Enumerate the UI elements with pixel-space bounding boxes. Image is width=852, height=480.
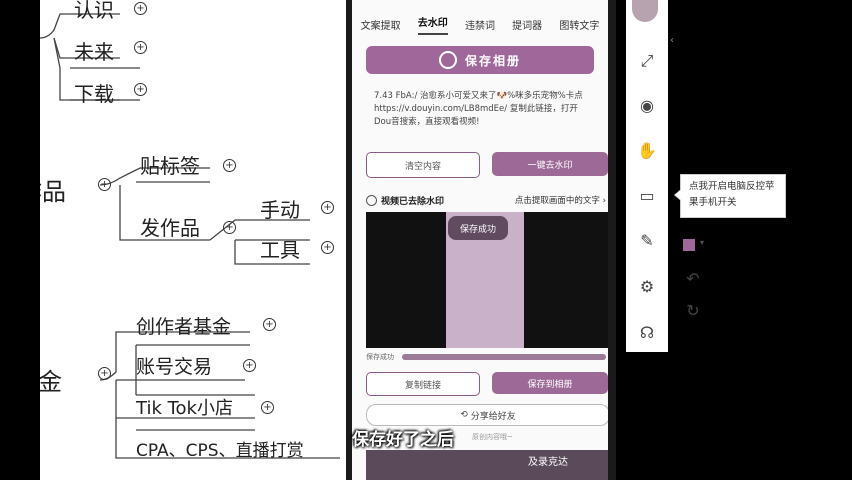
node-xiazai[interactable]: 下载 bbox=[74, 78, 114, 107]
status-title: 视频已去除水印 bbox=[381, 196, 445, 207]
expand-plus-icon[interactable]: + bbox=[321, 201, 334, 214]
phone-screen: 文案提取 去水印 违禁词 提词器 图转文字 保存相册 7.43 FbA:/ 治愈… bbox=[352, 0, 608, 480]
link-input[interactable]: 7.43 FbA:/ 治愈系小可爱又来了🐶%咪多乐宠物%卡点 https://v… bbox=[366, 84, 594, 140]
clear-button[interactable]: 清空内容 bbox=[366, 152, 480, 178]
share-label: 分享给好友 bbox=[470, 411, 516, 422]
share-icon: ⟲ bbox=[460, 410, 471, 420]
reverse-control-tooltip: 点我开启电脑反控苹果手机开关 bbox=[674, 174, 786, 218]
headset-icon[interactable]: ☊ bbox=[636, 322, 658, 344]
check-circle-icon bbox=[366, 194, 377, 206]
clock-icon bbox=[438, 51, 457, 69]
expand-plus-icon[interactable]: + bbox=[98, 178, 111, 191]
hint-text: 原创内容哦~ bbox=[472, 433, 513, 441]
node-zuopin[interactable]: 作品 bbox=[40, 172, 66, 207]
save-progress-fill bbox=[402, 354, 606, 360]
undo-icon[interactable]: ↶ bbox=[682, 268, 704, 290]
video-thumbnail[interactable]: 及录克达 bbox=[366, 450, 608, 480]
save-success-toast: 保存成功 bbox=[448, 216, 508, 240]
banner-label: 保存相册 bbox=[464, 53, 521, 68]
expand-plus-icon[interactable]: + bbox=[243, 359, 256, 372]
node-jin[interactable]: 金 bbox=[40, 362, 62, 397]
share-button[interactable]: ⟲ 分享给好友 bbox=[366, 404, 608, 426]
hand-icon[interactable]: ✋ bbox=[636, 140, 658, 162]
extract-text-link[interactable]: 点击提取画面中的文字 › bbox=[515, 194, 606, 206]
node-fazuopin[interactable]: 发作品 bbox=[140, 212, 200, 241]
tab-banned-words[interactable]: 违禁词 bbox=[465, 9, 495, 32]
tab-remove-watermark[interactable]: 去水印 bbox=[417, 6, 448, 35]
save-progress-bar bbox=[402, 354, 606, 360]
node-cpa[interactable]: CPA、CPS、直播打赏 bbox=[136, 436, 304, 461]
color-swatch[interactable] bbox=[683, 239, 695, 251]
expand-plus-icon[interactable]: + bbox=[261, 401, 274, 414]
video-subtitle: 保存好了之后 bbox=[352, 430, 454, 450]
right-black-bar bbox=[804, 0, 852, 480]
node-zhanghao[interactable]: 账号交易 bbox=[136, 352, 212, 379]
node-chuangzuozhe[interactable]: 创作者基金 bbox=[136, 312, 231, 339]
tab-image-to-text[interactable]: 图转文字 bbox=[559, 9, 599, 32]
tab-text-extract[interactable]: 文案提取 bbox=[361, 9, 401, 32]
copy-link-button[interactable]: 复制链接 bbox=[366, 372, 480, 396]
node-shoudong[interactable]: 手动 bbox=[260, 194, 300, 223]
expand-plus-icon[interactable]: + bbox=[263, 318, 276, 331]
phone-frame: 文案提取 去水印 违禁词 提词器 图转文字 保存相册 7.43 FbA:/ 治愈… bbox=[346, 0, 616, 480]
node-renshi[interactable]: 认识 bbox=[74, 0, 114, 23]
node-weilai[interactable]: 未来 bbox=[74, 36, 114, 65]
camera-icon[interactable]: ◉ bbox=[636, 95, 658, 117]
node-tiktok[interactable]: Tik Tok小店 bbox=[136, 394, 233, 420]
redo-icon[interactable]: ↻ bbox=[682, 300, 704, 322]
expand-plus-icon[interactable]: + bbox=[134, 2, 147, 15]
screen-mirror-icon[interactable]: ▭ bbox=[636, 185, 658, 207]
expand-plus-icon[interactable]: + bbox=[321, 241, 334, 254]
tab-bar: 文案提取 去水印 违禁词 提词器 图转文字 bbox=[352, 0, 608, 40]
expand-plus-icon[interactable]: + bbox=[223, 159, 236, 172]
expand-plus-icon[interactable]: + bbox=[98, 367, 111, 380]
expand-plus-icon[interactable]: + bbox=[223, 221, 236, 234]
node-gongju[interactable]: 工具 bbox=[260, 234, 300, 263]
mindmap-canvas: 认识 + 未来 + 下载 + 作品 + 贴标签 + 发作品 + 手动 + 工具 … bbox=[40, 0, 346, 480]
side-toolbar: ⤢ ◉ ✋ ▭ ✎ ⚙ ↶ ↻ ☊ bbox=[626, 0, 700, 352]
progress-label: 保存成功 bbox=[366, 353, 394, 361]
save-to-album-button[interactable]: 保存到相册 bbox=[492, 372, 608, 394]
chevron-left-icon[interactable]: ‹ bbox=[670, 35, 674, 46]
chevron-down-icon[interactable]: ▾ bbox=[700, 238, 704, 247]
gear-icon[interactable]: ⚙ bbox=[636, 276, 658, 298]
save-album-banner[interactable]: 保存相册 bbox=[366, 46, 594, 74]
tab-teleprompter[interactable]: 提词器 bbox=[512, 9, 542, 32]
brush-icon[interactable]: ✎ bbox=[636, 230, 658, 252]
node-tiebiaoqian[interactable]: 贴标签 bbox=[140, 150, 200, 179]
expand-icon[interactable]: ⤢ bbox=[636, 50, 658, 72]
status-row: 视频已去除水印 点击提取画面中的文字 › bbox=[366, 192, 606, 208]
expand-plus-icon[interactable]: + bbox=[134, 41, 147, 54]
expand-plus-icon[interactable]: + bbox=[134, 83, 147, 96]
remove-watermark-button[interactable]: 一键去水印 bbox=[492, 152, 608, 176]
left-black-bar bbox=[0, 0, 40, 480]
